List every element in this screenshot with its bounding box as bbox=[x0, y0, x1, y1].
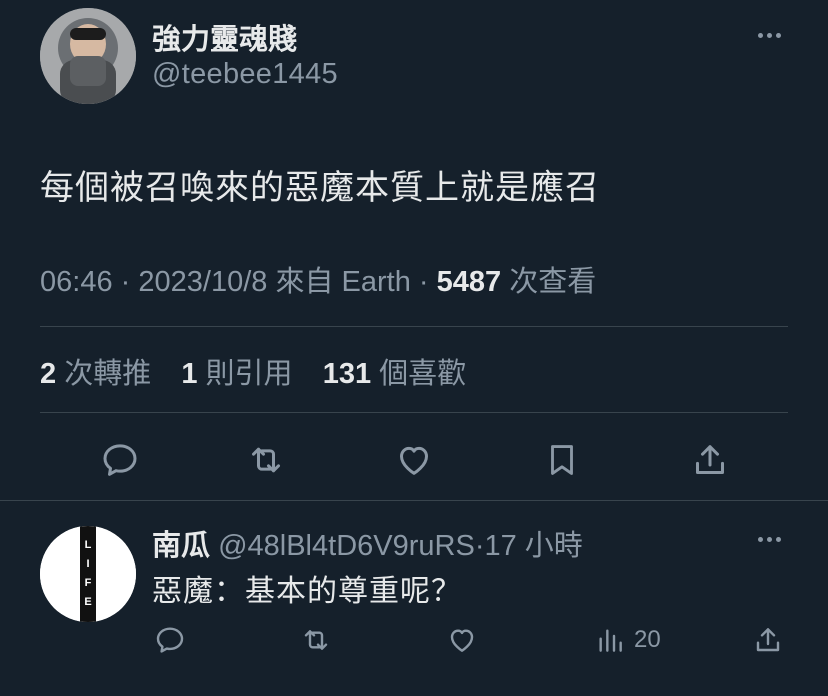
like-icon bbox=[450, 629, 474, 652]
tweet-meta: 06:46 · 2023/10/8 來自 Earth · 5487 次查看 bbox=[40, 258, 596, 300]
retweet-button[interactable] bbox=[244, 438, 288, 482]
reply-header: 南瓜 @48lBl4tD6V9ruRS·17 小時 bbox=[152, 522, 583, 564]
life-logo-letters: L I F E bbox=[80, 536, 96, 612]
quote-label: 則引用 bbox=[205, 358, 293, 390]
retweet-stat[interactable]: 2 次轉推 bbox=[40, 358, 151, 390]
reply-time[interactable]: 17 小時 bbox=[484, 530, 582, 562]
reply-icon bbox=[103, 444, 137, 476]
logo-letter: F bbox=[84, 577, 92, 589]
meta-separator: · bbox=[120, 266, 131, 298]
reply-reply-button[interactable] bbox=[152, 622, 188, 658]
share-button[interactable] bbox=[688, 438, 732, 482]
more-options-icon[interactable] bbox=[754, 30, 784, 40]
reply-share-button[interactable] bbox=[750, 622, 786, 658]
divider bbox=[40, 326, 788, 327]
author-name[interactable]: 強力靈魂賤 bbox=[152, 16, 297, 58]
retweet-count: 2 bbox=[40, 358, 57, 390]
like-button[interactable] bbox=[392, 438, 436, 482]
retweet-icon bbox=[252, 447, 280, 473]
divider bbox=[40, 412, 788, 413]
reply-retweet-button[interactable] bbox=[298, 622, 334, 658]
quote-stat[interactable]: 1 則引用 bbox=[181, 358, 292, 390]
like-count: 131 bbox=[322, 358, 372, 390]
reply-icon bbox=[156, 627, 184, 653]
section-divider bbox=[0, 500, 828, 501]
tweet-time[interactable]: 06:46 bbox=[40, 266, 113, 298]
like-label: 個喜歡 bbox=[379, 358, 467, 390]
reply-button[interactable] bbox=[98, 438, 142, 482]
tweet-stats: 2 次轉推 1 則引用 131 個喜歡 bbox=[40, 350, 466, 392]
views-icon bbox=[599, 629, 622, 652]
retweet-icon bbox=[304, 630, 328, 650]
logo-letter: I bbox=[86, 558, 90, 570]
reply-like-button[interactable] bbox=[444, 622, 480, 658]
reply-views-button[interactable]: 20 bbox=[594, 622, 661, 658]
reply-more-options-icon[interactable] bbox=[754, 534, 784, 544]
reply-text: 惡魔：基本的尊重呢？ bbox=[152, 575, 462, 608]
retweet-label: 次轉推 bbox=[64, 358, 152, 390]
author-handle[interactable]: @teebee1445 bbox=[152, 58, 338, 91]
quote-count: 1 bbox=[181, 358, 198, 390]
like-stat[interactable]: 131 個喜歡 bbox=[323, 358, 466, 390]
bookmark-button[interactable] bbox=[540, 438, 584, 482]
tweet-text: 每個被召喚來的惡魔本質上就是應召 bbox=[40, 169, 600, 207]
share-icon bbox=[756, 628, 780, 652]
reply-author-avatar[interactable]: L I F E bbox=[40, 526, 136, 622]
logo-letter: L bbox=[84, 539, 92, 551]
tweet-date[interactable]: 2023/10/8 bbox=[138, 266, 267, 298]
tweet-source: 來自 Earth bbox=[275, 266, 411, 298]
logo-letter: E bbox=[84, 596, 92, 608]
view-count: 5487 bbox=[436, 266, 502, 298]
reply-author-handle[interactable]: @48lBl4tD6V9ruRS bbox=[218, 530, 475, 562]
bookmark-icon bbox=[551, 445, 573, 475]
view-count-label: 次查看 bbox=[509, 266, 597, 298]
author-avatar[interactable] bbox=[40, 8, 136, 104]
share-icon bbox=[696, 445, 724, 474]
like-icon bbox=[400, 446, 428, 475]
reply-author-name[interactable]: 南瓜 bbox=[152, 530, 210, 562]
reply-view-count: 20 bbox=[634, 626, 661, 653]
meta-separator: · bbox=[418, 266, 429, 298]
avatar-photo bbox=[40, 8, 136, 104]
